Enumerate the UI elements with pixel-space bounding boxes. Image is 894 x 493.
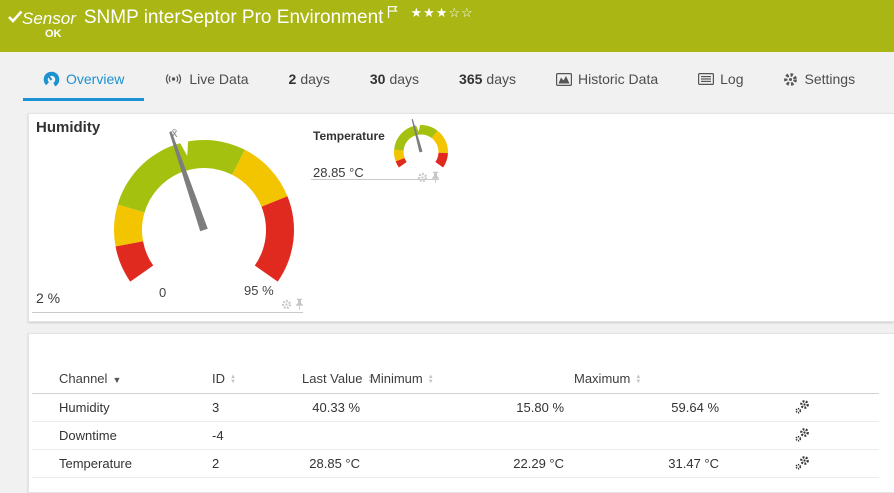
last-value-cell (302, 421, 370, 450)
channel-id-cell: 2 (212, 449, 302, 478)
status-ok-check-icon (8, 10, 23, 28)
column-header-actions (729, 371, 879, 394)
channel-settings-icon[interactable] (729, 449, 879, 478)
tab-live-data[interactable]: Live Data (144, 60, 268, 101)
tab-label: Log (720, 71, 744, 87)
tab-30-days[interactable]: 30 days (350, 60, 439, 101)
sensor-type-label: Sensor (22, 9, 76, 28)
sort-icon: ▲ ▼ (635, 373, 642, 385)
column-header-minimum[interactable]: Minimum ▲ ▼ (370, 371, 574, 394)
tab-label: days (486, 71, 516, 87)
humidity-gauge-min-label: 2 % (36, 290, 61, 306)
tab-overview[interactable]: Overview (23, 60, 145, 101)
tab-label: Overview (66, 71, 125, 87)
stars-empty: ☆☆ (448, 5, 474, 20)
channel-settings-icon[interactable] (729, 393, 879, 422)
humidity-gauge-zero-label: 0 (159, 285, 167, 300)
minimum-cell: 22.29 °C (370, 449, 574, 478)
temperature-tile-divider (311, 179, 439, 180)
channel-table-panel: Channel ▼ ID ▲ ▼ Last Value ▲ ▼ Minimum ▲ ▼ Max… (28, 333, 894, 493)
column-header-channel[interactable]: Channel ▼ (32, 371, 212, 394)
channel-table: Channel ▼ ID ▲ ▼ Last Value ▲ ▼ Minimum ▲ ▼ Max… (32, 371, 879, 478)
tab-settings[interactable]: Settings (763, 60, 875, 101)
channel-id-cell: 3 (212, 393, 302, 422)
column-header-last-value[interactable]: Last Value ▲ ▼ (302, 371, 373, 394)
priority-stars[interactable]: ★★★☆☆ (410, 5, 473, 21)
table-row: Humidity 3 40.33 % 15.80 % 59.64 % (32, 393, 879, 422)
maximum-cell: 59.64 % (574, 393, 729, 422)
temperature-gauge-title: Temperature (313, 129, 385, 143)
tab-bar: Overview Live Data 2 days 30 days 365 days … (0, 60, 894, 101)
gauge-icon (43, 71, 60, 88)
channel-name-cell[interactable]: Humidity (32, 393, 212, 422)
sensor-header: Sensor SNMP interSeptor Pro Environment … (0, 0, 894, 52)
page-title: SNMP interSeptor Pro Environment (83, 7, 384, 28)
tab-2-days[interactable]: 2 days (269, 60, 350, 101)
overview-gauges-panel: Humidity x̄ 2 % 0 95 % Temperature 28.85… (28, 113, 894, 322)
humidity-gauge-title: Humidity (36, 119, 101, 136)
humidity-tile-divider (32, 312, 303, 313)
channel-name-cell[interactable]: Temperature (32, 449, 212, 478)
status-badge: OK (45, 28, 62, 40)
table-row: Temperature 2 28.85 °C 22.29 °C 31.47 °C (32, 449, 879, 478)
column-header-id[interactable]: ID ▲ ▼ (212, 371, 302, 394)
minimum-cell (370, 421, 574, 450)
flag-icon[interactable] (387, 5, 399, 24)
stars-filled: ★★★ (410, 5, 449, 20)
tab-label: Live Data (189, 71, 249, 87)
channel-settings-icon[interactable] (729, 421, 879, 450)
humidity-gauge-max-label: 95 % (244, 283, 274, 298)
sort-icon: ▲ ▼ (230, 373, 236, 385)
minimum-cell: 15.80 % (370, 393, 574, 422)
column-header-maximum[interactable]: Maximum ▲ ▼ (574, 371, 729, 394)
tab-label: days (300, 71, 330, 87)
maximum-cell (574, 421, 729, 450)
tab-log[interactable]: Log (678, 60, 763, 101)
broadcast-icon (164, 72, 183, 86)
chart-icon (555, 72, 572, 86)
channel-name-cell[interactable]: Downtime (32, 421, 212, 450)
table-row: Downtime -4 (32, 421, 879, 450)
temperature-last-value: 28.85 °C (313, 165, 364, 180)
sort-desc-icon: ▼ (112, 374, 122, 385)
maximum-cell: 31.47 °C (574, 449, 729, 478)
tab-label: Historic Data (577, 71, 659, 87)
channel-id-cell: -4 (212, 421, 302, 450)
sensor-title-line: Sensor SNMP interSeptor Pro Environment … (22, 5, 474, 29)
sort-icon: ▲ ▼ (427, 373, 434, 385)
last-value-cell: 40.33 % (302, 393, 370, 422)
tab-365-days[interactable]: 365 days (439, 60, 536, 101)
last-value-cell: 28.85 °C (302, 449, 370, 478)
tab-label: Settings (804, 71, 856, 87)
humidity-gauge[interactable]: x̄ (96, 122, 312, 309)
table-header-row: Channel ▼ ID ▲ ▼ Last Value ▲ ▼ Minimum ▲ ▼ Max… (32, 371, 879, 394)
tab-label: days (389, 71, 420, 87)
tab-historic-data[interactable]: Historic Data (536, 60, 678, 101)
gear-icon (783, 72, 798, 87)
log-list-icon (698, 73, 715, 85)
